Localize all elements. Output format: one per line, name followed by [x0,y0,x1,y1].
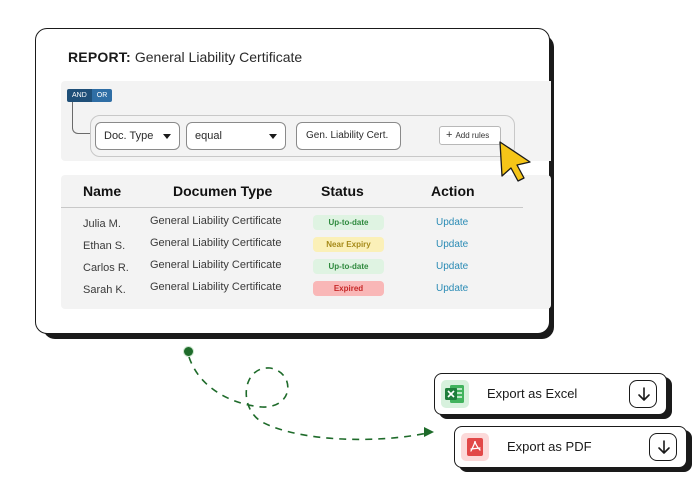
report-title: REPORT: General Liability Certificate [68,49,302,65]
status-badge: Near Expiry [313,237,384,252]
status-badge: Up-to-date [313,259,384,274]
value-input[interactable]: Gen. Liability Cert. [296,122,401,150]
pointer-cursor-icon [499,141,531,182]
update-link[interactable]: Update [436,282,468,296]
and-option[interactable]: AND [67,89,92,102]
status-badge: Up-to-date [313,215,384,230]
filter-rule: Doc. Type equal Gen. Liability Cert. + Ad… [90,115,515,157]
table-row: Ethan S. General Liability Certificate N… [61,236,551,256]
row-name: Sarah K. [83,284,126,296]
row-name: Ethan S. [83,240,126,252]
row-type: General Liability Certificate [150,281,282,293]
table-row: Sarah K. General Liability Certificate E… [61,280,551,300]
report-name: General Liability Certificate [134,49,303,65]
field-select[interactable]: Doc. Type [95,122,180,150]
plus-icon: + [446,129,453,141]
row-type: General Liability Certificate [150,259,282,271]
download-arrow-icon[interactable] [649,433,677,461]
export-pdf-button[interactable]: Export as PDF [454,426,687,468]
export-excel-button[interactable]: Export as Excel [434,373,667,415]
operator-select-value: equal [195,130,222,142]
table-row: Julia M. General Liability Certificate U… [61,214,551,234]
or-option[interactable]: OR [91,89,113,102]
header-divider [61,207,523,208]
header-document-type: Documen Type [173,183,273,199]
update-link[interactable]: Update [436,238,468,252]
operator-select[interactable]: equal [186,122,286,150]
update-link[interactable]: Update [436,216,468,230]
report-table: Name Documen Type Status Action Julia M.… [61,175,551,309]
update-link[interactable]: Update [436,260,468,274]
header-action: Action [431,183,475,199]
chevron-down-icon [163,134,171,139]
header-status: Status [321,183,364,199]
row-name: Carlos R. [83,262,129,274]
export-pdf-label: Export as PDF [507,439,592,454]
connector-dot [183,346,194,357]
and-or-toggle[interactable]: AND OR [67,89,113,102]
header-name: Name [83,183,122,199]
rule-tree-line [72,102,90,134]
export-excel-label: Export as Excel [487,386,578,401]
download-arrow-icon[interactable] [629,380,657,408]
status-badge: Expired [313,281,384,296]
field-select-value: Doc. Type [104,130,154,142]
row-type: General Liability Certificate [150,215,282,227]
row-name: Julia M. [83,218,121,230]
row-type: General Liability Certificate [150,237,282,249]
pdf-icon [461,433,489,461]
excel-icon [441,380,469,408]
chevron-down-icon [269,134,277,139]
report-label: REPORT: [68,49,131,65]
table-row: Carlos R. General Liability Certificate … [61,258,551,278]
